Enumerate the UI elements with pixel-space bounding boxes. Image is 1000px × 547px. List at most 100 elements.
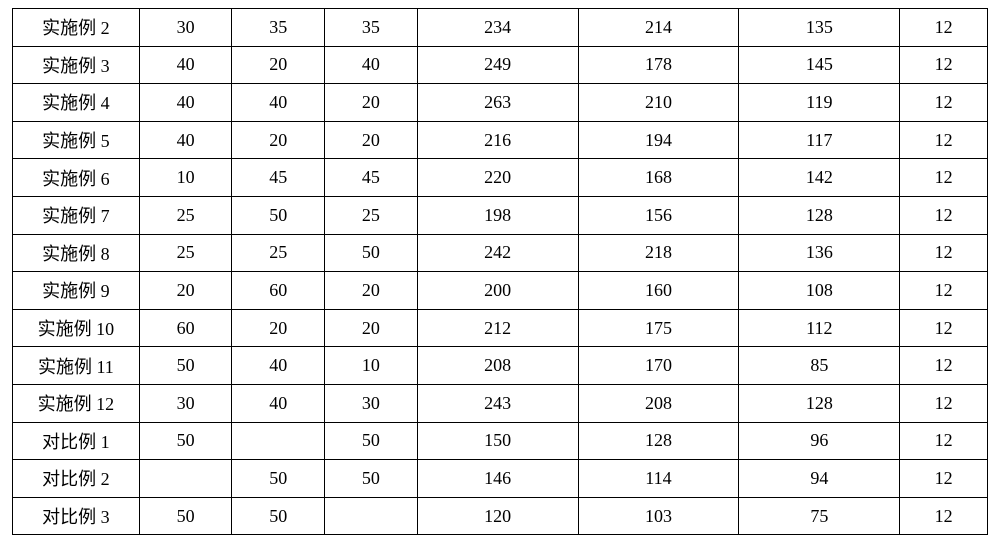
cell: 108 (739, 272, 900, 310)
table-row: 实施例 4 40 40 20 263 210 119 12 (13, 84, 988, 122)
cell: 168 (578, 159, 739, 197)
cell: 175 (578, 309, 739, 347)
cell: 103 (578, 497, 739, 535)
cell: 210 (578, 84, 739, 122)
cell: 30 (139, 384, 232, 422)
cell: 12 (900, 422, 988, 460)
table-row: 实施例 10 60 20 20 212 175 112 12 (13, 309, 988, 347)
row-label: 实施例 9 (13, 272, 140, 310)
cell: 212 (417, 309, 578, 347)
cell: 45 (232, 159, 325, 197)
table-row: 对比例 1 50 50 150 128 96 12 (13, 422, 988, 460)
row-label: 实施例 12 (13, 384, 140, 422)
cell: 198 (417, 196, 578, 234)
cell: 136 (739, 234, 900, 272)
cell: 12 (900, 46, 988, 84)
cell: 249 (417, 46, 578, 84)
cell: 40 (139, 121, 232, 159)
cell: 50 (325, 234, 418, 272)
row-label: 实施例 8 (13, 234, 140, 272)
cell: 178 (578, 46, 739, 84)
row-label: 实施例 4 (13, 84, 140, 122)
cell: 50 (232, 460, 325, 498)
cell: 12 (900, 384, 988, 422)
cell: 40 (325, 46, 418, 84)
cell: 160 (578, 272, 739, 310)
cell: 35 (325, 9, 418, 47)
row-label: 对比例 1 (13, 422, 140, 460)
cell: 50 (232, 497, 325, 535)
table-row: 实施例 5 40 20 20 216 194 117 12 (13, 121, 988, 159)
data-table: 实施例 2 30 35 35 234 214 135 12 实施例 3 40 2… (12, 8, 988, 535)
cell: 50 (232, 196, 325, 234)
cell: 12 (900, 9, 988, 47)
cell: 120 (417, 497, 578, 535)
row-label: 实施例 10 (13, 309, 140, 347)
cell: 119 (739, 84, 900, 122)
cell: 12 (900, 497, 988, 535)
row-label: 实施例 6 (13, 159, 140, 197)
cell: 128 (739, 384, 900, 422)
cell: 170 (578, 347, 739, 385)
cell: 60 (139, 309, 232, 347)
cell: 25 (232, 234, 325, 272)
cell: 12 (900, 460, 988, 498)
cell: 128 (578, 422, 739, 460)
cell: 142 (739, 159, 900, 197)
row-label: 实施例 5 (13, 121, 140, 159)
cell: 10 (139, 159, 232, 197)
table-row: 对比例 3 50 50 120 103 75 12 (13, 497, 988, 535)
table-body: 实施例 2 30 35 35 234 214 135 12 实施例 3 40 2… (13, 9, 988, 535)
cell: 12 (900, 196, 988, 234)
cell: 12 (900, 121, 988, 159)
cell: 234 (417, 9, 578, 47)
cell: 35 (232, 9, 325, 47)
row-label: 实施例 7 (13, 196, 140, 234)
cell: 128 (739, 196, 900, 234)
cell (325, 497, 418, 535)
cell: 216 (417, 121, 578, 159)
cell: 60 (232, 272, 325, 310)
cell: 208 (417, 347, 578, 385)
cell: 94 (739, 460, 900, 498)
cell: 30 (325, 384, 418, 422)
cell: 96 (739, 422, 900, 460)
cell (232, 422, 325, 460)
cell: 40 (232, 384, 325, 422)
cell: 40 (232, 84, 325, 122)
cell: 50 (139, 422, 232, 460)
table-row: 实施例 6 10 45 45 220 168 142 12 (13, 159, 988, 197)
cell: 20 (325, 272, 418, 310)
cell: 135 (739, 9, 900, 47)
cell: 50 (325, 422, 418, 460)
cell: 263 (417, 84, 578, 122)
cell: 243 (417, 384, 578, 422)
cell: 12 (900, 159, 988, 197)
cell: 20 (325, 121, 418, 159)
table-row: 实施例 12 30 40 30 243 208 128 12 (13, 384, 988, 422)
cell: 75 (739, 497, 900, 535)
cell: 220 (417, 159, 578, 197)
table-row: 实施例 11 50 40 10 208 170 85 12 (13, 347, 988, 385)
table-row: 实施例 9 20 60 20 200 160 108 12 (13, 272, 988, 310)
cell: 156 (578, 196, 739, 234)
cell: 45 (325, 159, 418, 197)
cell: 12 (900, 272, 988, 310)
cell: 20 (325, 309, 418, 347)
cell: 50 (325, 460, 418, 498)
cell: 117 (739, 121, 900, 159)
table-row: 实施例 8 25 25 50 242 218 136 12 (13, 234, 988, 272)
cell: 200 (417, 272, 578, 310)
table-row: 实施例 7 25 50 25 198 156 128 12 (13, 196, 988, 234)
cell: 12 (900, 84, 988, 122)
row-label: 实施例 2 (13, 9, 140, 47)
cell: 146 (417, 460, 578, 498)
cell: 12 (900, 234, 988, 272)
cell: 214 (578, 9, 739, 47)
row-label: 对比例 3 (13, 497, 140, 535)
cell: 40 (139, 46, 232, 84)
cell: 25 (325, 196, 418, 234)
cell: 20 (232, 46, 325, 84)
cell: 145 (739, 46, 900, 84)
cell: 20 (325, 84, 418, 122)
